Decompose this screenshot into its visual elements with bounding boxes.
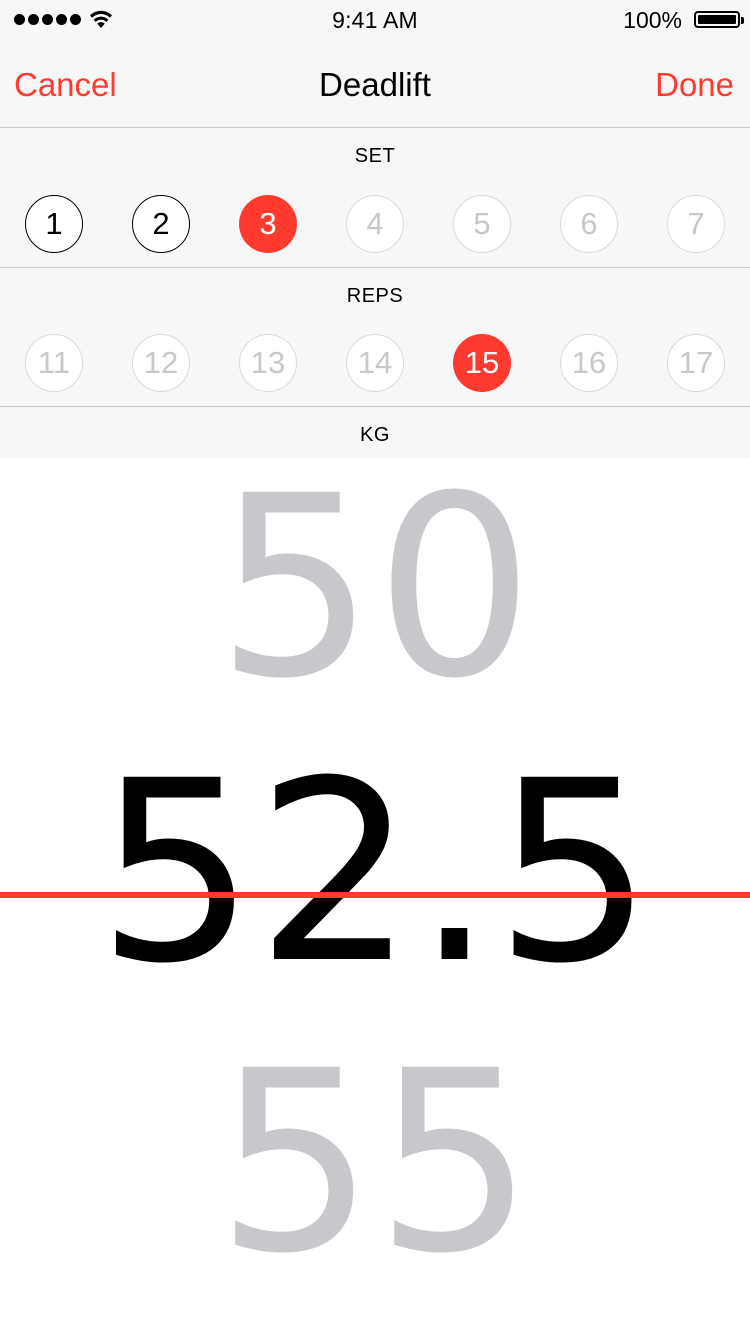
reps-option-16[interactable]: 16 <box>560 334 618 392</box>
kg-selected-value[interactable]: 52.5 <box>0 748 750 998</box>
battery-fill <box>698 15 736 24</box>
set-option-3[interactable]: 3 <box>239 195 297 253</box>
reps-section-header: REPS <box>346 285 404 307</box>
page-title: Deadlift <box>319 66 431 103</box>
status-bar: 9:41 AM 100% <box>0 0 750 40</box>
reps-selector: 11 12 13 14 15 16 17 <box>0 334 750 394</box>
workout-entry-screen: 9:41 AM 100% Cancel Deadlift Done SET 1 … <box>0 0 750 1334</box>
kg-previous-value[interactable]: 50 <box>0 463 750 713</box>
section-divider <box>0 267 750 268</box>
set-option-5[interactable]: 5 <box>453 195 511 253</box>
navigation-bar: Cancel Deadlift Done <box>0 40 750 128</box>
set-section-header: SET <box>354 145 396 167</box>
set-option-2[interactable]: 2 <box>132 195 190 253</box>
reps-option-11[interactable]: 11 <box>25 334 83 392</box>
section-divider <box>0 406 750 407</box>
reps-option-15[interactable]: 15 <box>453 334 511 392</box>
set-option-4[interactable]: 4 <box>346 195 404 253</box>
set-option-6[interactable]: 6 <box>560 195 618 253</box>
done-button[interactable]: Done <box>655 66 734 104</box>
kg-next-value[interactable]: 55 <box>0 1038 750 1288</box>
battery-percentage: 100% <box>623 7 682 33</box>
reps-option-13[interactable]: 13 <box>239 334 297 392</box>
reps-option-17[interactable]: 17 <box>667 334 725 392</box>
selection-indicator-line <box>0 892 750 898</box>
set-option-7[interactable]: 7 <box>667 195 725 253</box>
kg-weight-picker[interactable]: 50 52.5 55 <box>0 458 750 1334</box>
battery-full-icon <box>694 11 744 28</box>
reps-option-12[interactable]: 12 <box>132 334 190 392</box>
reps-option-14[interactable]: 14 <box>346 334 404 392</box>
set-selector: 1 2 3 4 5 6 7 <box>0 195 750 255</box>
battery-nub <box>741 16 744 24</box>
set-option-1[interactable]: 1 <box>25 195 83 253</box>
